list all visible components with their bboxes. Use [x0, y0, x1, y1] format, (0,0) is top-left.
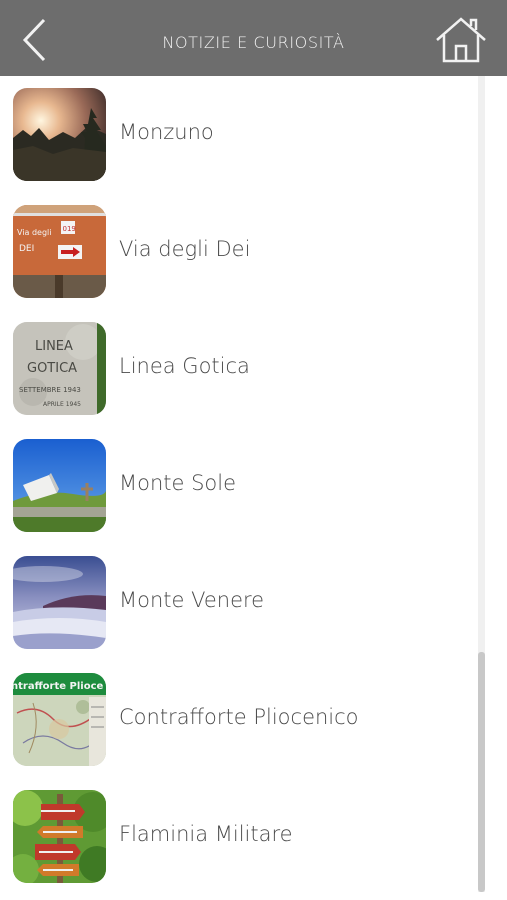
news-list: Monzuno Via degli DEI 019 Via degli Dei: [0, 76, 480, 895]
trail-sign-photo: Via degli DEI 019: [13, 205, 106, 298]
cloud-sea-photo: [13, 556, 106, 649]
scrollbar[interactable]: [478, 76, 485, 892]
svg-text:Via degli: Via degli: [17, 228, 52, 237]
engraved-stone-photo: LINEA GOTICA SETTEMBRE 1943 APRILE 1945: [13, 322, 106, 415]
top-bar: NOTIZIE E CURIOSITÀ: [0, 0, 507, 76]
signpost-forest-photo: [13, 790, 106, 883]
scrollbar-thumb[interactable]: [478, 652, 485, 892]
list-item-flaminia-militare[interactable]: Flaminia Militare: [0, 778, 480, 895]
list-item-via-degli-dei[interactable]: Via degli DEI 019 Via degli Dei: [0, 193, 480, 310]
item-label: Via degli Dei: [119, 237, 251, 261]
home-icon: [436, 17, 486, 63]
list-item-contrafforte-pliocenico[interactable]: ntrafforte Plioce Contrafforte Pliocenic…: [0, 661, 480, 778]
home-button[interactable]: [434, 16, 488, 64]
memorial-sky-photo: [13, 439, 106, 532]
item-label: Monte Venere: [119, 588, 265, 612]
item-label: Monte Sole: [119, 471, 237, 495]
item-label: Contrafforte Pliocenico: [119, 705, 359, 729]
svg-text:019: 019: [63, 225, 76, 233]
trail-map-photo: ntrafforte Plioce: [13, 673, 106, 766]
svg-text:GOTICA: GOTICA: [27, 361, 77, 376]
item-label: Flaminia Militare: [119, 822, 293, 846]
list-item-monte-venere[interactable]: Monte Venere: [0, 544, 480, 661]
item-label: Monzuno: [119, 120, 214, 144]
svg-text:SETTEMBRE 1943: SETTEMBRE 1943: [19, 386, 81, 394]
svg-text:LINEA: LINEA: [35, 339, 73, 354]
list-item-linea-gotica[interactable]: LINEA GOTICA SETTEMBRE 1943 APRILE 1945 …: [0, 310, 480, 427]
svg-text:APRILE 1945: APRILE 1945: [43, 401, 81, 408]
svg-text:DEI: DEI: [19, 244, 34, 254]
list-item-monzuno[interactable]: Monzuno: [0, 76, 480, 193]
list-item-monte-sole[interactable]: Monte Sole: [0, 427, 480, 544]
page-title: NOTIZIE E CURIOSITÀ: [162, 33, 345, 52]
mountain-sunset-photo: [13, 88, 106, 181]
item-label: Linea Gotica: [119, 354, 250, 378]
svg-text:ntrafforte Plioce: ntrafforte Plioce: [13, 681, 104, 692]
